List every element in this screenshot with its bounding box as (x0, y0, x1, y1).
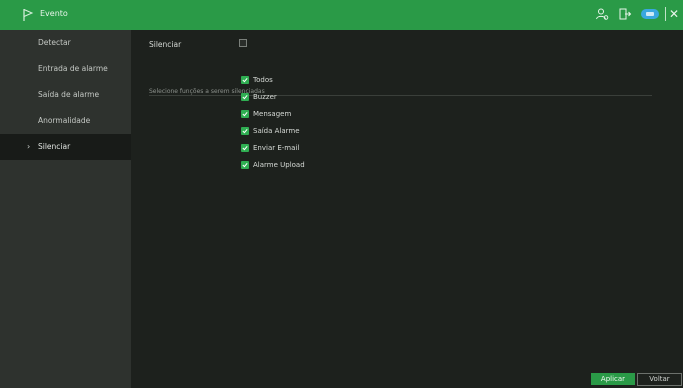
option-label: Mensagem (253, 110, 292, 118)
option-label: Enviar E-mail (253, 144, 300, 152)
divider (664, 7, 666, 21)
sidebar-item-label: Detectar (38, 38, 71, 47)
sidebar-item-anormalidade[interactable]: Anormalidade (0, 108, 131, 134)
checkbox-checked[interactable] (241, 110, 249, 118)
checkbox-checked[interactable] (241, 76, 249, 84)
back-button[interactable]: Voltar (637, 373, 682, 386)
sidebar-item-silenciar[interactable]: › Silenciar (0, 134, 131, 160)
option-buzzer[interactable]: Buzzer (241, 92, 277, 102)
option-label: Todos (253, 76, 273, 84)
cloud-icon[interactable] (640, 9, 659, 19)
chevron-right-icon: › (27, 142, 31, 151)
checkbox-checked[interactable] (241, 127, 249, 135)
option-label: Buzzer (253, 93, 277, 101)
option-label: Saída Alarme (253, 127, 300, 135)
silenciar-checkbox[interactable] (239, 39, 247, 47)
option-mensagem[interactable]: Mensagem (241, 109, 291, 119)
flag-icon (22, 7, 34, 26)
option-saida-alarme[interactable]: Saída Alarme (241, 126, 300, 136)
main-panel: Silenciar Selecione funções a serem sile… (131, 30, 683, 388)
sidebar-item-label: Anormalidade (38, 116, 91, 125)
checkbox-checked[interactable] (241, 144, 249, 152)
checkbox-checked[interactable] (241, 161, 249, 169)
sidebar-item-entrada-de-alarme[interactable]: Entrada de alarme (0, 56, 131, 82)
option-label: Alarme Upload (253, 161, 305, 169)
section-divider (149, 95, 652, 96)
sidebar-item-label: Saída de alarme (38, 90, 100, 99)
checkbox-checked[interactable] (241, 93, 249, 101)
sidebar-item-detectar[interactable]: Detectar (0, 30, 131, 56)
close-icon[interactable]: ✕ (669, 7, 679, 21)
page-title: Evento (40, 9, 68, 18)
logout-icon[interactable] (617, 6, 633, 22)
sidebar: Detectar Entrada de alarme Saída de alar… (0, 30, 131, 388)
title-bar: Evento ✕ (0, 0, 683, 30)
sidebar-item-label: Silenciar (38, 142, 71, 151)
apply-button[interactable]: Aplicar (591, 373, 635, 385)
sidebar-item-label: Entrada de alarme (38, 64, 108, 73)
option-todos[interactable]: Todos (241, 75, 273, 85)
option-alarme-upload[interactable]: Alarme Upload (241, 160, 305, 170)
sidebar-item-saida-de-alarme[interactable]: Saída de alarme (0, 82, 131, 108)
option-enviar-email[interactable]: Enviar E-mail (241, 143, 299, 153)
user-icon[interactable] (594, 6, 610, 22)
silenciar-label: Silenciar (149, 40, 182, 49)
